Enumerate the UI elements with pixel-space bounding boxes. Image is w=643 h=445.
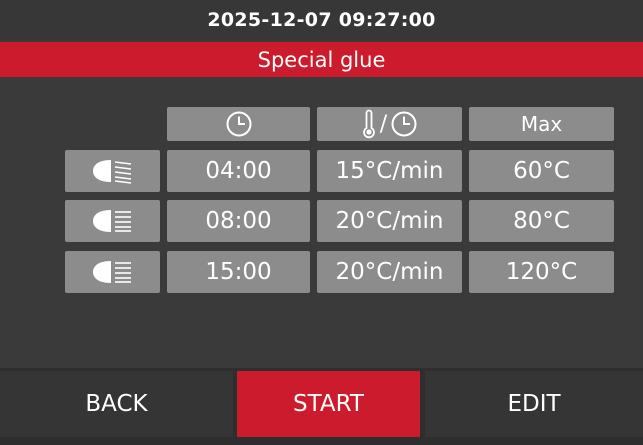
time-cell[interactable]: 15:00 [167,251,310,293]
edit-button[interactable]: EDIT [425,371,643,437]
max-value: 60°C [513,158,570,184]
clock-icon [391,111,417,137]
rate-value: 20°C/min [335,259,444,285]
thermometer-icon [362,109,375,139]
max-column-header: Max [469,107,614,141]
lamp-beam-icon [92,261,131,283]
max-cell[interactable]: 60°C [469,150,614,192]
back-button[interactable]: BACK [0,371,233,437]
max-value: 80°C [513,208,570,234]
time-value: 15:00 [205,259,272,285]
start-button[interactable]: START [237,371,420,437]
edit-button-label: EDIT [507,391,561,417]
lamp-mode-button[interactable] [65,251,160,293]
rate-column-header: / [317,107,462,141]
datetime-bar: 2025-12-07 09:27:00 [0,0,643,40]
time-value: 04:00 [205,158,272,184]
rate-cell[interactable]: 15°C/min [317,150,462,192]
datetime-text: 2025-12-07 09:27:00 [207,9,436,31]
max-cell[interactable]: 120°C [469,251,614,293]
lamp-mode-button[interactable] [65,150,160,192]
lamp-beam-icon [92,160,131,184]
time-cell[interactable]: 04:00 [167,150,310,192]
rate-value: 20°C/min [335,208,444,234]
lamp-beam-icon [92,210,131,232]
program-title: Special glue [257,47,386,72]
rate-separator: / [379,111,388,137]
time-cell[interactable]: 08:00 [167,200,310,242]
max-cell[interactable]: 80°C [469,200,614,242]
program-title-bar: Special glue [0,42,643,77]
time-value: 08:00 [205,208,272,234]
back-button-label: BACK [85,391,148,417]
clock-icon [226,111,251,137]
max-header-label: Max [520,112,563,136]
lamp-mode-button[interactable] [65,200,160,242]
max-value: 120°C [505,259,578,285]
rate-cell[interactable]: 20°C/min [317,200,462,242]
rate-value: 15°C/min [335,158,444,184]
start-button-label: START [293,391,364,417]
time-column-header [167,107,310,141]
rate-cell[interactable]: 20°C/min [317,251,462,293]
